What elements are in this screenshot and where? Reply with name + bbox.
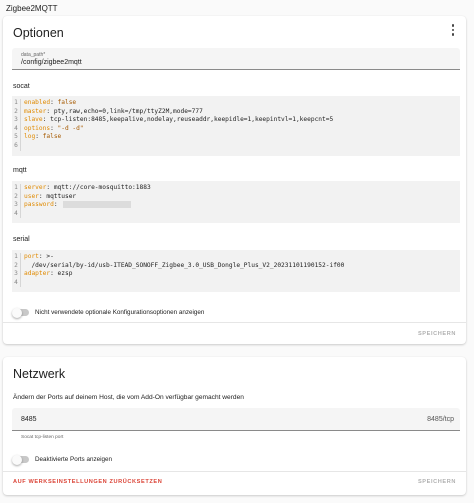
disabled-ports-toggle-label: Deaktivierte Ports anzeigen xyxy=(35,456,113,463)
mqtt-code-editor[interactable]: 1 server: mqtt://core-mosquitto:1883 2 user… xyxy=(12,181,460,223)
yaml-key: password xyxy=(24,201,54,209)
yaml-value: false xyxy=(42,133,62,141)
code-line[interactable]: 1 server: mqtt://core-mosquitto:1883 xyxy=(12,184,460,193)
yaml-key: slave xyxy=(24,116,43,124)
code-line[interactable]: 4 xyxy=(12,278,460,288)
line-number: 2 xyxy=(12,107,21,117)
data-path-field[interactable]: data_path* /config/zigbee2mqtt xyxy=(12,48,460,70)
line-number: 1 xyxy=(12,99,21,108)
yaml-value: ezsp xyxy=(57,270,73,278)
optional-config-toggle-label: Nicht verwendete optionale Konfiguration… xyxy=(35,309,205,316)
yaml-value: >- xyxy=(46,253,54,260)
yaml-key: options xyxy=(24,124,51,132)
line-number: 2 xyxy=(12,192,21,202)
data-path-label: data_path* xyxy=(21,52,46,58)
port-value: 8485 xyxy=(21,416,37,423)
code-line[interactable]: 3 adapter: ezsp xyxy=(12,270,460,279)
port-helper-text: Socat tcp-listen port xyxy=(21,435,64,440)
code-line[interactable]: 4 xyxy=(12,209,460,219)
code-line[interactable]: 2 /dev/serial/by-id/usb-ITEAD_SONOFF_Zig… xyxy=(12,261,460,271)
line-number: 2 xyxy=(12,261,21,271)
yaml-key: master xyxy=(24,107,47,115)
yaml-key: user xyxy=(24,192,39,200)
toggle-knob xyxy=(12,307,22,318)
line-number: 1 xyxy=(12,184,21,193)
data-path-value: /config/zigbee2mqtt xyxy=(21,59,82,66)
mqtt-label: mqtt xyxy=(13,167,27,174)
line-number: 4 xyxy=(12,124,21,134)
code-line[interactable]: 1 enabled: false xyxy=(12,99,460,108)
yaml-value: mqtt://core-mosquitto:1883 xyxy=(53,184,151,191)
line-number: 4 xyxy=(12,209,21,219)
network-save-button[interactable]: SPEICHERN xyxy=(418,479,456,485)
line-number: 1 xyxy=(12,253,21,262)
app-title: Zigbee2MQTT xyxy=(6,4,58,13)
yaml-value: "-d -d" xyxy=(57,124,84,132)
password-masked-value xyxy=(63,201,132,209)
port-field[interactable]: 8485 8485/tcp xyxy=(12,408,460,431)
code-line[interactable]: 2 user: mqttuser xyxy=(12,192,460,202)
line-number: 3 xyxy=(12,201,21,210)
toggle-knob xyxy=(12,454,22,465)
line-number: 3 xyxy=(12,270,21,279)
code-line[interactable]: 4 options: "-d -d" xyxy=(12,124,460,134)
network-divider xyxy=(3,471,466,472)
line-number: 3 xyxy=(12,116,21,125)
code-line[interactable]: 6 xyxy=(12,141,460,151)
network-title: Netzwerk xyxy=(13,367,66,381)
optional-config-toggle[interactable] xyxy=(12,307,29,318)
options-divider xyxy=(3,322,466,323)
code-line[interactable]: 5 log: false xyxy=(12,133,460,142)
yaml-value: pty,raw,echo=0,link=/tmp/ttyZ2M,mode=777 xyxy=(53,107,203,115)
yaml-value: mqttuser xyxy=(46,192,77,200)
socat-code-editor[interactable]: 1 enabled: false 2 master: pty,raw,echo=0,l… xyxy=(12,96,460,156)
serial-label: serial xyxy=(13,236,30,243)
line-number: 4 xyxy=(12,278,21,288)
serial-code-editor[interactable]: 1 port: >- 2 /dev/serial/by-id/usb-ITEAD_S… xyxy=(12,250,460,292)
network-description: Ändern der Ports auf deinem Host, die vo… xyxy=(13,394,244,401)
disabled-ports-toggle[interactable] xyxy=(12,454,29,465)
yaml-key: server xyxy=(24,184,47,191)
overflow-menu-icon[interactable] xyxy=(446,22,460,38)
yaml-key: adapter xyxy=(24,270,51,278)
yaml-value: tcp-listen:8485,keepalive,nodelay,reusea… xyxy=(50,116,334,124)
yaml-value: false xyxy=(57,99,77,106)
yaml-value: /dev/serial/by-id/usb-ITEAD_SONOFF_Zigbe… xyxy=(24,261,345,269)
code-line[interactable]: 3 password: xyxy=(12,201,460,210)
port-suffix: 8485/tcp xyxy=(427,416,454,423)
yaml-key: log xyxy=(24,133,36,141)
options-title: Optionen xyxy=(13,26,64,40)
line-number: 5 xyxy=(12,133,21,142)
yaml-key: port xyxy=(24,253,39,260)
network-card: Netzwerk Ändern der Ports auf deinem Hos… xyxy=(3,357,466,495)
line-number: 6 xyxy=(12,141,21,151)
options-card: Optionen data_path* /config/zigbee2mqtt … xyxy=(3,16,466,344)
socat-label: socat xyxy=(13,83,30,90)
code-line[interactable]: 3 slave: tcp-listen:8485,keepalive,nodela… xyxy=(12,116,460,125)
code-line[interactable]: 2 master: pty,raw,echo=0,link=/tmp/ttyZ2M… xyxy=(12,107,460,117)
options-save-button[interactable]: SPEICHERN xyxy=(418,331,456,337)
yaml-key: enabled xyxy=(24,99,51,106)
reset-defaults-button[interactable]: AUF WERKSEINSTELLUNGEN ZURÜCKSETZEN xyxy=(13,479,162,485)
code-line[interactable]: 1 port: >- xyxy=(12,253,460,262)
